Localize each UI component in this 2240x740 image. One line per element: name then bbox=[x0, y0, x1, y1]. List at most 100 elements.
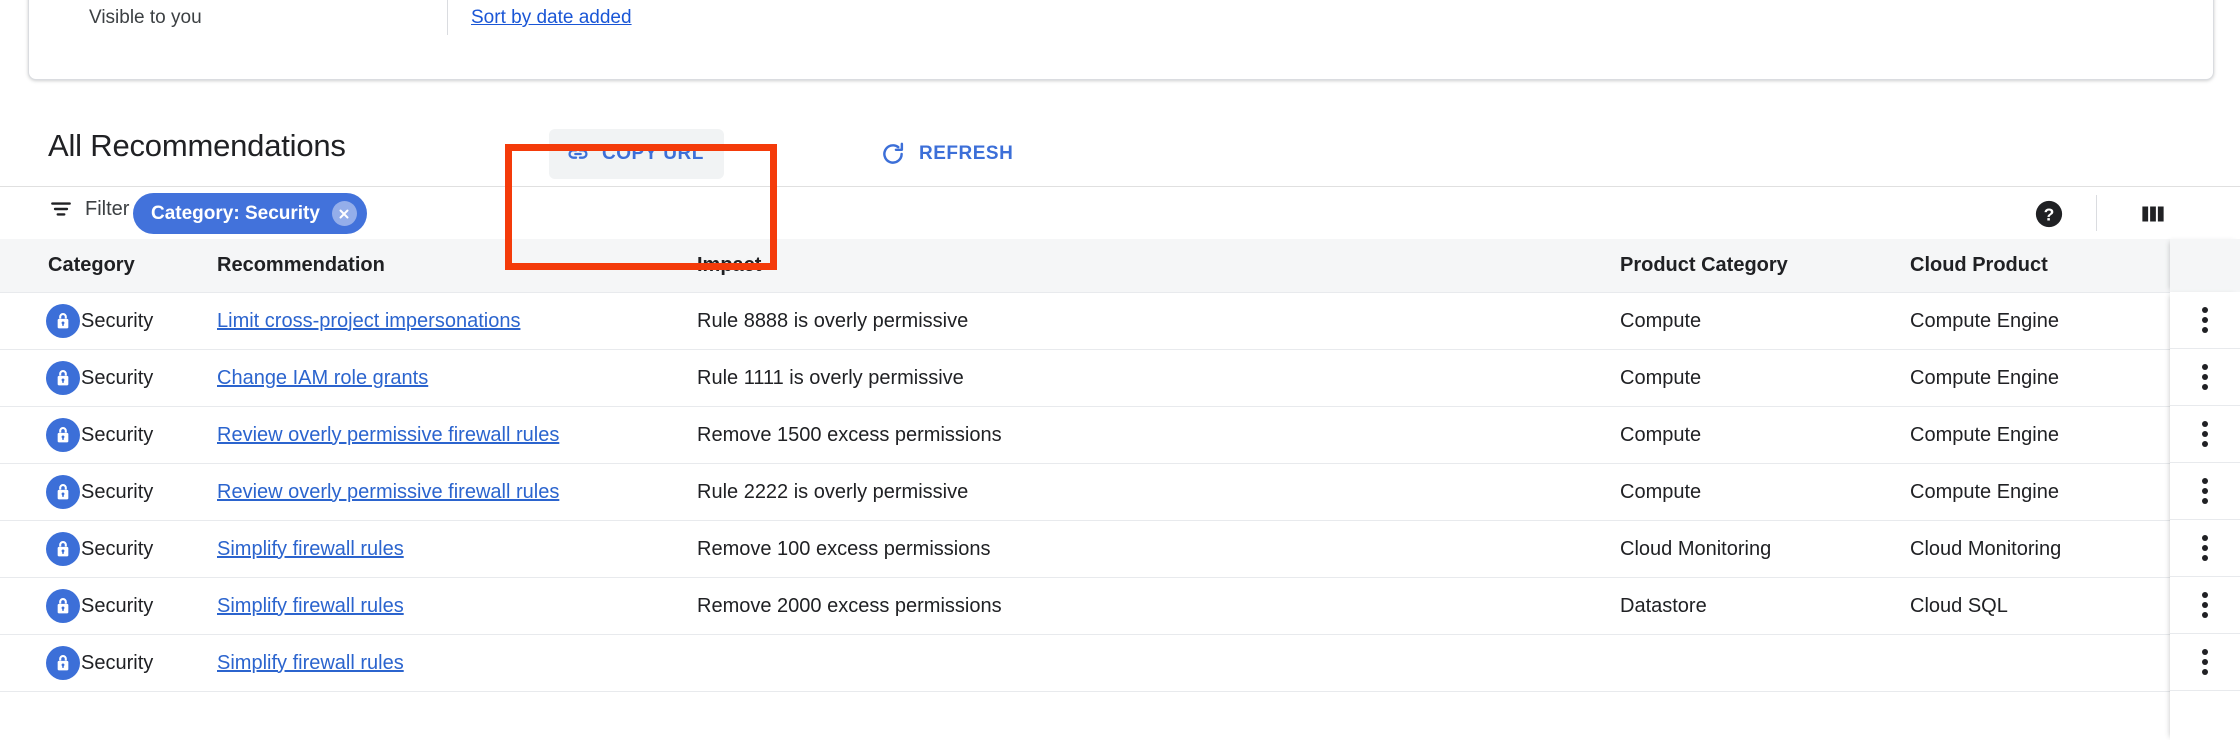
recommendation-link[interactable]: Change IAM role grants bbox=[217, 367, 428, 389]
columns-icon[interactable] bbox=[2138, 199, 2168, 229]
copy-url-label: COPY URL bbox=[602, 143, 704, 164]
lock-icon bbox=[46, 646, 80, 680]
cell-impact: Rule 1111 is overly permissive bbox=[670, 349, 1620, 407]
visibility-label: Visible to you bbox=[89, 7, 202, 28]
table-header-row: Category Recommendation Impact Product C… bbox=[0, 239, 2240, 293]
cell-product-category: Datastore bbox=[1620, 577, 1910, 635]
recommendation-link[interactable]: Review overly permissive firewall rules bbox=[217, 481, 559, 503]
refresh-button[interactable]: REFRESH bbox=[865, 129, 1027, 179]
cell-product-category bbox=[1620, 634, 1910, 692]
link-icon bbox=[565, 141, 591, 167]
recommendation-link[interactable]: Limit cross-project impersonations bbox=[217, 310, 520, 332]
page-title: All Recommendations bbox=[48, 128, 346, 163]
filter-bar: Filter Category: Security ? bbox=[0, 186, 2240, 240]
table-row[interactable]: Security Simplify firewall rules Remove 20… bbox=[0, 577, 2240, 635]
category-label: Security bbox=[81, 480, 154, 503]
cell-category: Security bbox=[0, 463, 190, 521]
more-vert-icon bbox=[2202, 421, 2208, 447]
cell-cloud-product: Compute Engine bbox=[1910, 349, 2170, 407]
category-label: Security bbox=[81, 594, 154, 617]
toolbar-divider bbox=[2096, 195, 2097, 231]
copy-url-button[interactable]: COPY URL bbox=[549, 129, 724, 179]
more-vert-icon bbox=[2202, 364, 2208, 390]
cell-cloud-product: Cloud SQL bbox=[1910, 577, 2170, 635]
category-label: Security bbox=[81, 309, 154, 332]
cell-recommendation: Review overly permissive firewall rules bbox=[190, 406, 670, 464]
recommendation-link[interactable]: Review overly permissive firewall rules bbox=[217, 424, 559, 446]
table-row[interactable]: Security Simplify firewall rules bbox=[0, 634, 2240, 692]
help-icon[interactable]: ? bbox=[2034, 199, 2064, 229]
sort-by-date-link[interactable]: Sort by date added bbox=[471, 1, 632, 35]
recommendations-table-scroll[interactable]: Category Recommendation Impact Product C… bbox=[0, 239, 2240, 740]
cell-recommendation: Limit cross-project impersonations bbox=[190, 292, 670, 350]
column-header-impact[interactable]: Impact bbox=[670, 239, 1620, 293]
cell-impact: Remove 2000 excess permissions bbox=[670, 577, 1620, 635]
category-label: Security bbox=[81, 537, 154, 560]
cell-category: Security bbox=[0, 349, 190, 407]
row-overflow-menu-button[interactable] bbox=[2170, 292, 2240, 349]
row-overflow-menu-button[interactable] bbox=[2170, 634, 2240, 691]
more-vert-icon bbox=[2202, 592, 2208, 618]
more-vert-icon bbox=[2202, 478, 2208, 504]
close-icon[interactable] bbox=[331, 201, 357, 226]
cell-product-category: Cloud Monitoring bbox=[1620, 520, 1910, 578]
column-header-recommendation[interactable]: Recommendation bbox=[190, 239, 670, 293]
lock-icon bbox=[46, 589, 80, 623]
recommendation-link[interactable]: Simplify firewall rules bbox=[217, 538, 404, 560]
cell-recommendation: Change IAM role grants bbox=[190, 349, 670, 407]
recommendations-table: Category Recommendation Impact Product C… bbox=[0, 239, 2240, 692]
row-overflow-menu-button[interactable] bbox=[2170, 406, 2240, 463]
table-head: Category Recommendation Impact Product C… bbox=[0, 239, 2240, 293]
filter-icon bbox=[48, 196, 74, 222]
more-vert-icon bbox=[2202, 535, 2208, 561]
cell-category: Security bbox=[0, 406, 190, 464]
filter-chip-label: Category: Security bbox=[151, 202, 320, 224]
svg-text:?: ? bbox=[2044, 205, 2055, 225]
cell-recommendation: Review overly permissive firewall rules bbox=[190, 463, 670, 521]
lock-icon bbox=[46, 475, 80, 509]
category-label: Security bbox=[81, 423, 154, 446]
row-overflow-menu-button[interactable] bbox=[2170, 520, 2240, 577]
column-header-category[interactable]: Category bbox=[0, 239, 190, 293]
summary-card-row: Visible to you Sort by date added bbox=[29, 0, 2213, 35]
cell-cloud-product: Compute Engine bbox=[1910, 463, 2170, 521]
cell-product-category: Compute bbox=[1620, 463, 1910, 521]
category-label: Security bbox=[81, 651, 154, 674]
refresh-label: REFRESH bbox=[919, 143, 1014, 164]
card-vertical-divider bbox=[447, 0, 448, 35]
recommendation-link[interactable]: Simplify firewall rules bbox=[217, 652, 404, 674]
table-row[interactable]: Security Limit cross-project impersonatio… bbox=[0, 292, 2240, 350]
cell-cloud-product bbox=[1910, 634, 2170, 692]
filter-label: Filter bbox=[85, 197, 130, 220]
column-header-product-category[interactable]: Product Category bbox=[1620, 239, 1910, 293]
row-overflow-menu-button[interactable] bbox=[2170, 577, 2240, 634]
table-row[interactable]: Security Simplify firewall rules Remove 10… bbox=[0, 520, 2240, 578]
cell-impact: Rule 2222 is overly permissive bbox=[670, 463, 1620, 521]
row-overflow-menu-button[interactable] bbox=[2170, 463, 2240, 520]
cell-impact bbox=[670, 634, 1620, 692]
table-body: Security Limit cross-project impersonatio… bbox=[0, 292, 2240, 692]
summary-card: Visible to you Sort by date added bbox=[28, 0, 2214, 80]
recommendation-link[interactable]: Simplify firewall rules bbox=[217, 595, 404, 617]
cell-product-category: Compute bbox=[1620, 406, 1910, 464]
cell-recommendation: Simplify firewall rules bbox=[190, 577, 670, 635]
row-overflow-menu-button[interactable] bbox=[2170, 349, 2240, 406]
cell-category: Security bbox=[0, 577, 190, 635]
cell-cloud-product: Cloud Monitoring bbox=[1910, 520, 2170, 578]
column-header-cloud-product[interactable]: Cloud Product bbox=[1910, 239, 2170, 293]
more-vert-icon bbox=[2202, 307, 2208, 333]
table-row[interactable]: Security Review overly permissive firewal… bbox=[0, 406, 2240, 464]
cell-cloud-product: Compute Engine bbox=[1910, 406, 2170, 464]
cell-impact: Remove 1500 excess permissions bbox=[670, 406, 1620, 464]
filter-button[interactable]: Filter bbox=[48, 196, 129, 222]
refresh-icon bbox=[879, 140, 907, 168]
lock-icon bbox=[46, 532, 80, 566]
table-row[interactable]: Security Change IAM role grants Rule 1111 … bbox=[0, 349, 2240, 407]
table-row[interactable]: Security Review overly permissive firewal… bbox=[0, 463, 2240, 521]
cell-recommendation: Simplify firewall rules bbox=[190, 634, 670, 692]
cell-category: Security bbox=[0, 520, 190, 578]
cell-impact: Rule 8888 is overly permissive bbox=[670, 292, 1620, 350]
cell-category: Security bbox=[0, 292, 190, 350]
cell-category: Security bbox=[0, 634, 190, 692]
filter-chip-category-security[interactable]: Category: Security bbox=[133, 193, 367, 234]
